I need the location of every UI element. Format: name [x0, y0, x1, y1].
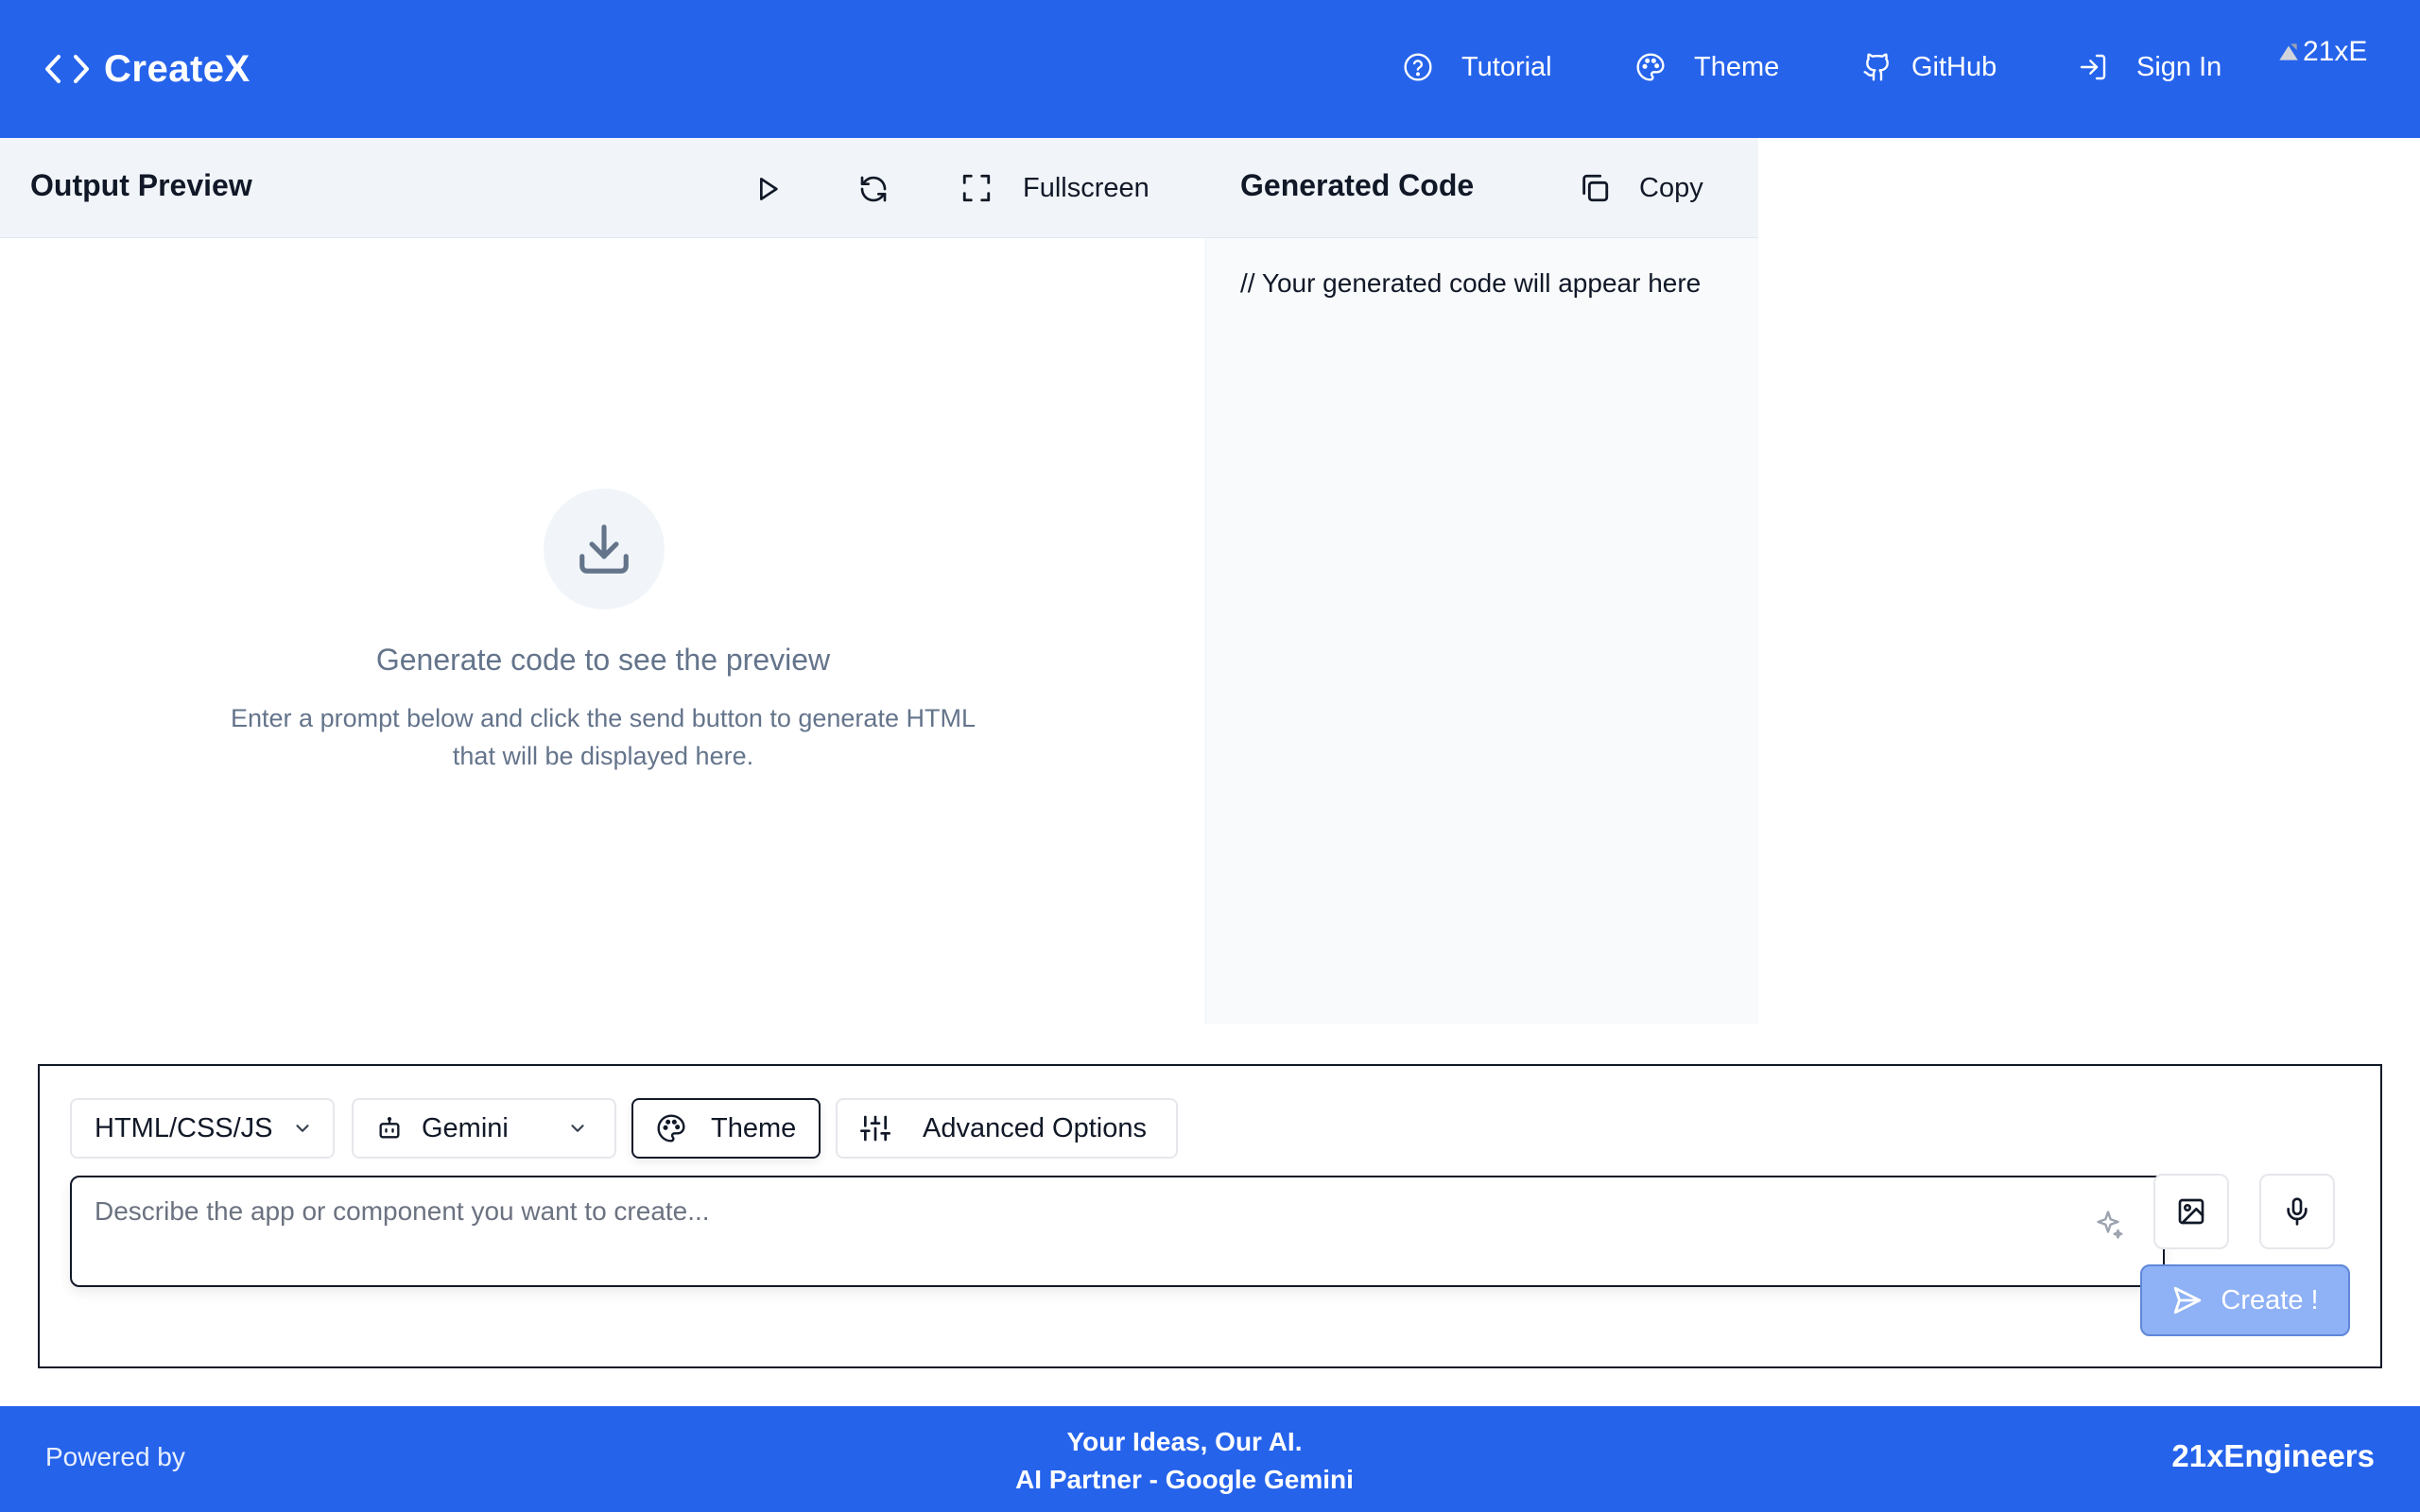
prompt-input[interactable] [95, 1193, 2080, 1230]
language-select[interactable]: HTML/CSS/JS [70, 1098, 335, 1159]
language-select-value: HTML/CSS/JS [95, 1112, 273, 1143]
model-select-value: Gemini [422, 1112, 509, 1143]
advanced-options-label: Advanced Options [923, 1112, 1147, 1143]
fullscreen-button[interactable]: Fullscreen [960, 166, 1150, 210]
fullscreen-icon [962, 174, 991, 202]
github-icon [1863, 53, 1889, 81]
nav-theme-label: Theme [1694, 51, 1780, 82]
code-output[interactable]: // Your generated code will appear here [1206, 238, 1758, 1024]
copy-icon [1582, 174, 1609, 202]
voice-input-button[interactable] [2259, 1174, 2335, 1249]
model-select[interactable]: Gemini [352, 1098, 616, 1159]
nav-tutorial-label: Tutorial [1461, 51, 1552, 82]
company-avatar[interactable]: 21xE [2276, 28, 2367, 76]
create-button-label: Create ! [2221, 1284, 2319, 1315]
prompt-panel: HTML/CSS/JS Gemini Theme Advanced Option… [38, 1064, 2382, 1368]
sign-in-icon [2080, 54, 2106, 80]
chevron-down-icon [571, 1125, 584, 1132]
footer-company-link[interactable]: 21xEngineers [2171, 1438, 2375, 1474]
footer-tagline: Your Ideas, Our AI. AI Partner - Google … [0, 1423, 2369, 1499]
brand-name: CreateX [104, 47, 251, 90]
create-button[interactable]: Create ! [2140, 1264, 2350, 1336]
preview-title: Output Preview [30, 168, 252, 202]
theme-button-label: Theme [711, 1112, 797, 1143]
nav-tutorial[interactable]: Tutorial [1403, 42, 1552, 93]
refresh-button[interactable] [855, 170, 892, 208]
nav-theme[interactable]: Theme [1635, 42, 1779, 93]
footer-tagline-line2: AI Partner - Google Gemini [1015, 1465, 1354, 1494]
brand-logo-link[interactable]: CreateX [45, 42, 251, 96]
sparkle-icon[interactable] [2091, 1208, 2125, 1242]
nav-sign-in[interactable]: Sign In [2078, 42, 2221, 93]
empty-state-title: Generate code to see the preview [375, 643, 831, 677]
footer-tagline-line1: Your Ideas, Our AI. [1066, 1427, 1303, 1456]
nav-github-label: GitHub [1911, 51, 1997, 82]
footer: Powered by Your Ideas, Our AI. AI Partne… [0, 1406, 2420, 1512]
bot-icon [379, 1116, 400, 1139]
send-icon [2174, 1286, 2202, 1314]
prompt-input-box[interactable] [70, 1176, 2165, 1287]
nav-sign-in-label: Sign In [2136, 51, 2222, 82]
code-brackets-icon [45, 55, 89, 83]
empty-state-description: Enter a prompt below and click the send … [180, 699, 1027, 775]
image-icon [2178, 1198, 2204, 1225]
avatar-alt-text: 21xE [2303, 36, 2368, 67]
help-circle-icon [1404, 53, 1432, 81]
sliders-icon [860, 1115, 890, 1142]
empty-state-icon-badge [544, 489, 665, 610]
advanced-options-button[interactable]: Advanced Options [836, 1098, 1178, 1159]
fullscreen-label: Fullscreen [1023, 172, 1150, 203]
chevron-down-icon [295, 1125, 309, 1132]
run-button[interactable] [749, 170, 786, 208]
palette-icon [657, 1114, 685, 1143]
broken-image-icon [2279, 43, 2298, 60]
code-toolbar: Generated Code Copy [1206, 138, 1758, 238]
play-icon [760, 178, 778, 200]
code-title: Generated Code [1240, 168, 1475, 202]
microphone-icon [2287, 1197, 2308, 1226]
copy-label: Copy [1639, 172, 1703, 203]
top-header: CreateX Tutorial Theme GitHub Sign In 21… [0, 0, 2420, 138]
preview-toolbar: Output Preview Fullscreen [0, 138, 1206, 238]
copy-button[interactable]: Copy [1579, 166, 1703, 210]
preview-frame [0, 238, 1206, 1024]
download-icon [579, 524, 629, 574]
palette-icon [1636, 53, 1665, 81]
image-upload-button[interactable] [2153, 1174, 2229, 1249]
code-placeholder-text: // Your generated code will appear here [1240, 268, 1702, 298]
refresh-icon [860, 176, 887, 202]
empty-state-description-line2: that will be displayed here. [452, 742, 754, 770]
nav-github[interactable]: GitHub [1862, 42, 1996, 93]
theme-button[interactable]: Theme [631, 1098, 821, 1159]
empty-state-description-line1: Enter a prompt below and click the send … [231, 704, 976, 732]
